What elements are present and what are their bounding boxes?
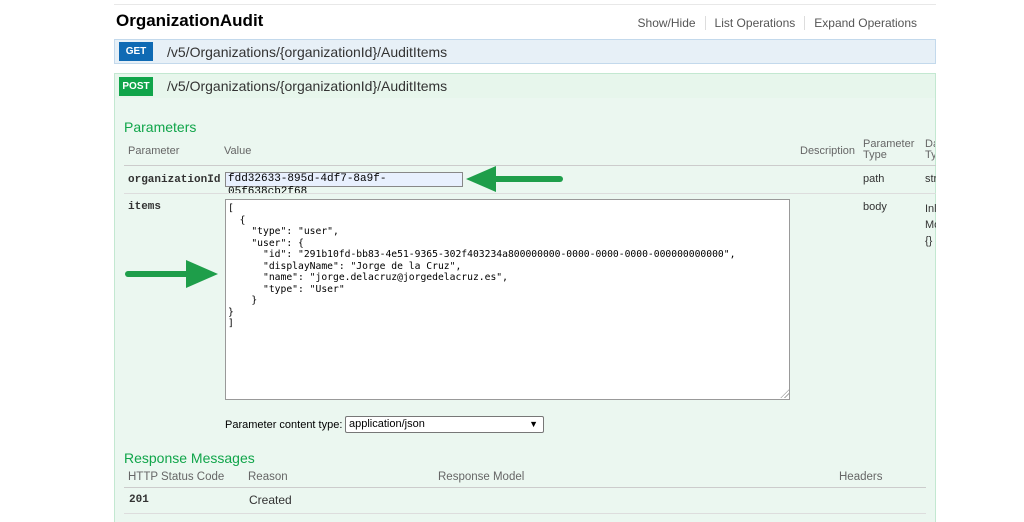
col-parameter-type: Parameter Type [863,139,914,161]
post-operation-path[interactable]: /v5/Organizations/{organizationId}/Audit… [167,78,447,94]
param-name-items: items [128,201,162,213]
parameters-heading: Parameters [124,119,197,135]
col-headers: Headers [839,471,883,483]
list-operations-link[interactable]: List Operations [704,16,805,30]
expand-operations-link[interactable]: Expand Operations [804,16,926,30]
top-divider [114,4,936,5]
responses-row-divider [124,513,926,514]
col-parameter: Parameter [128,145,180,157]
resource-title[interactable]: OrganizationAudit [116,11,263,31]
items-param-type: body [863,201,887,213]
content-type-label: Parameter content type: [225,419,343,431]
col-description: Description [800,145,856,157]
response-messages-heading: Response Messages [124,450,255,466]
chevron-down-icon: ▼ [529,419,538,429]
content-type-value: application/json [349,418,425,430]
items-data-type-line3: {} [925,235,933,247]
response-reason: Created [249,493,292,507]
param-name-organizationid: organizationId [128,174,221,186]
col-http-status: HTTP Status Code [128,471,225,483]
organizationid-param-type: path [863,173,885,185]
organizationid-data-type: str [925,173,936,185]
col-reason: Reason [248,471,288,483]
items-data-type: Inl Mo {} [925,201,936,249]
param-row-divider [124,193,936,194]
get-operation-path[interactable]: /v5/Organizations/{organizationId}/Audit… [167,44,447,60]
get-operation-bar[interactable]: GET /v5/Organizations/{organizationId}/A… [114,39,936,64]
items-data-type-line1[interactable]: Inl [925,201,936,217]
organizationid-input[interactable]: fdd32633-895d-4df7-8a9f-05f638cb2f68 [225,172,463,198]
col-parameter-type-line2: Type [863,149,887,161]
resource-links: Show/Hide List Operations Expand Operati… [629,16,926,30]
textarea-resize-handle[interactable] [780,389,789,398]
post-method-badge[interactable]: POST [119,76,153,96]
col-data-type: Da Ty [925,139,935,161]
content-type-select[interactable]: application/json ▼ [345,416,544,433]
items-body-textarea[interactable]: [ { "type": "user", "user": { "id": "291… [225,199,790,400]
get-method-badge[interactable]: GET [119,42,153,61]
items-data-type-line2[interactable]: Mo [925,217,936,233]
annotation-arrow-left-icon [466,166,563,192]
response-code: 201 [129,494,149,506]
annotation-arrow-right-icon [125,260,218,288]
show-hide-link[interactable]: Show/Hide [629,16,705,30]
col-response-model: Response Model [438,471,525,483]
post-operation-bar[interactable]: POST /v5/Organizations/{organizationId}/… [114,73,936,98]
col-data-type-line2: Ty [925,149,935,161]
responses-header-divider [124,487,926,488]
col-value: Value [224,145,252,157]
